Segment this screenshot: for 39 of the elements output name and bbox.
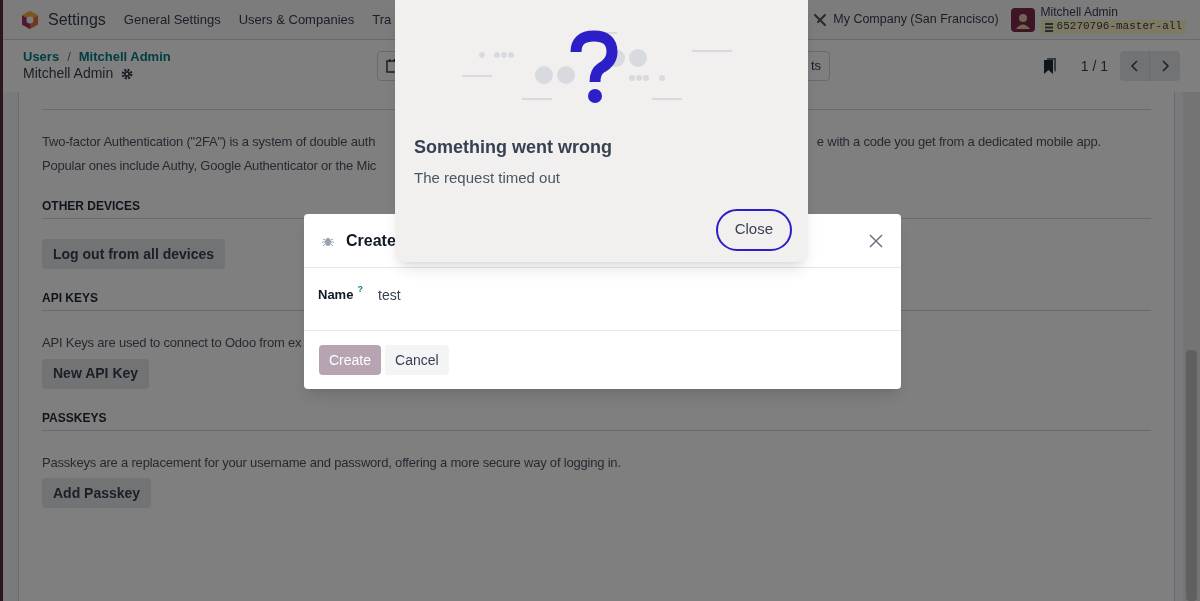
chevron-right-icon (1160, 60, 1170, 72)
breadcrumb-link[interactable]: Mitchell Admin (78, 49, 171, 66)
error-message: The request timed out (414, 168, 561, 188)
tools-icon[interactable] (813, 12, 828, 27)
bookmark-icon[interactable] (1042, 58, 1057, 74)
description-text: Passkeys are a replacement for your username and password, offering a more secure way of logging in. (42, 453, 621, 472)
previous-button[interactable] (1120, 51, 1150, 81)
menu-item[interactable]: Tra (372, 9, 392, 30)
breadcrumb-separator: / (67, 49, 71, 66)
user-name[interactable]: Mitchell Admin (1040, 5, 1186, 21)
section-button[interactable]: Log out from all devices (42, 239, 226, 269)
field-label: Name (318, 286, 354, 304)
description-text: API Keys are used to connect to Odoo from ex (42, 334, 302, 352)
close-icon[interactable] (869, 233, 883, 248)
database-icon (1044, 22, 1053, 32)
dialog-title: Create (346, 230, 396, 251)
app-logo-icon[interactable] (20, 9, 40, 30)
settings-icon[interactable] (121, 68, 134, 81)
error-title: Something went wrong (414, 136, 613, 159)
company-switcher[interactable]: My Company (San Francisco) (833, 10, 999, 29)
pager-value[interactable]: 1 / 1 (1080, 55, 1108, 77)
close-button[interactable]: Close (715, 208, 792, 251)
next-button[interactable] (1150, 51, 1180, 81)
user-avatar[interactable] (1010, 7, 1035, 32)
menu-item[interactable]: Users & Companies (238, 9, 355, 30)
menu-item[interactable]: General Settings (123, 9, 221, 30)
description-text: e with a code you get from a dedicated mobile app. (816, 133, 1101, 151)
dialog-button[interactable]: Cancel (385, 345, 449, 375)
section-title: PASSKEYS (42, 408, 1151, 431)
description-text: Two-factor Authentication ("2FA") is a system of double auth (42, 133, 376, 151)
scrollbar[interactable] (1183, 92, 1200, 601)
record-title: Mitchell Admin (23, 65, 114, 83)
breadcrumb-link[interactable]: Users (23, 49, 60, 66)
section-button[interactable]: New API Key (42, 358, 150, 389)
chevron-left-icon (1130, 60, 1139, 72)
section-button[interactable]: Add Passkey (42, 478, 152, 508)
database-name: 65270796-master-all (1056, 20, 1182, 34)
app-name[interactable]: Settings (48, 7, 106, 32)
description-text: Popular ones include Authy, Google Authenticator or the Mic (42, 156, 377, 175)
